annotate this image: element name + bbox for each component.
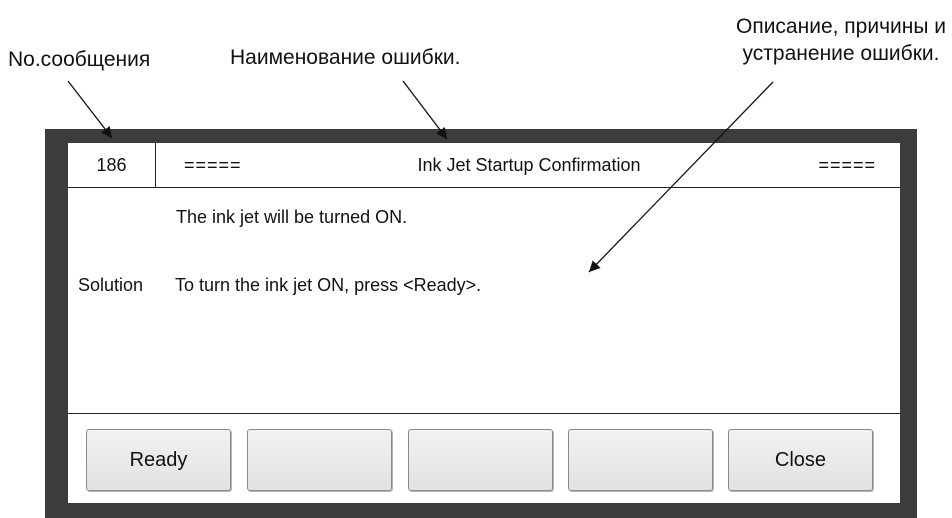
callout-error-name: Наименование ошибки.	[230, 46, 461, 69]
function-button-2[interactable]	[247, 429, 392, 491]
callout-description-line2: устранение ошибки.	[742, 42, 940, 65]
function-button-4[interactable]	[568, 429, 713, 491]
callout-description: Описание, причины и устранение ошибки.	[736, 13, 946, 67]
solution-label: Solution	[78, 275, 144, 295]
callout-message-number: No.сообщения	[8, 48, 151, 71]
button-divider	[68, 413, 900, 414]
error-dialog: 186 Ink Jet Startup Confirmation ===== =…	[68, 143, 900, 503]
function-button-3[interactable]	[408, 429, 553, 491]
ready-button[interactable]: Ready	[86, 429, 231, 491]
close-button[interactable]: Close	[728, 429, 873, 491]
solution-text: To turn the ink jet ON, press <Ready>.	[175, 275, 482, 295]
dialog-header: 186 Ink Jet Startup Confirmation ===== =…	[68, 143, 900, 188]
error-description: The ink jet will be turned ON.	[176, 207, 408, 227]
title-separator-left: =====	[184, 155, 242, 175]
callout-description-line1: Описание, причины и	[736, 15, 946, 38]
title-separator-right: =====	[818, 155, 876, 175]
